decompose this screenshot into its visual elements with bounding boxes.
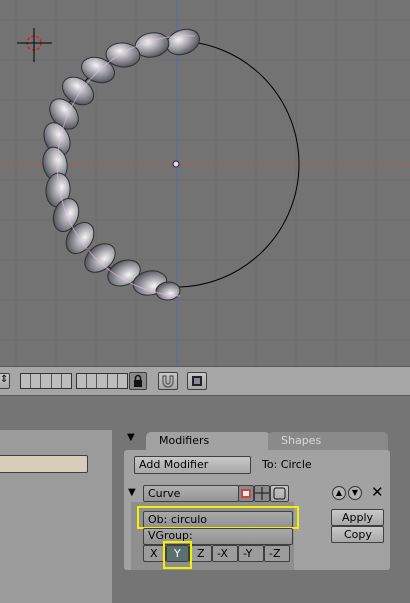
viewport-canvas: [0, 0, 410, 366]
image-icon: [192, 376, 202, 386]
panel-collapse-icon[interactable]: ▼: [127, 432, 135, 443]
view-header: ⇕: [0, 366, 410, 396]
render-button[interactable]: [187, 372, 207, 390]
lock-layers-button[interactable]: [129, 372, 147, 390]
layer-buttons-right[interactable]: [76, 373, 128, 389]
move-down-icon[interactable]: ▼: [348, 486, 362, 500]
layer-buttons-left[interactable]: [20, 373, 72, 389]
tab-shapes-label: Shapes: [281, 434, 322, 447]
tab-modifiers-label: Modifiers: [159, 434, 210, 447]
copy-label: Copy: [344, 528, 372, 541]
object-origin: [172, 160, 180, 168]
3d-viewport[interactable]: [0, 0, 410, 366]
axis-z-button[interactable]: Z: [189, 545, 212, 562]
axis-neg-z-label: -Z: [269, 547, 281, 560]
modifier-editmode-toggle[interactable]: [254, 485, 270, 502]
highlight-y-axis: [163, 541, 192, 569]
add-modifier-button[interactable]: Add Modifier: [134, 456, 251, 474]
cage-icon: [273, 487, 286, 500]
close-icon[interactable]: ✕: [371, 483, 384, 501]
view-menu-button[interactable]: ⇕: [0, 373, 10, 389]
apply-label: Apply: [342, 511, 374, 524]
axis-neg-z-button[interactable]: -Z: [264, 545, 290, 562]
updown-arrows-icon: ⇕: [0, 374, 9, 385]
tab-shapes[interactable]: Shapes: [268, 432, 388, 450]
axis-neg-y-button[interactable]: -Y: [238, 545, 264, 562]
modifier-name-label: Curve: [148, 487, 181, 500]
axis-neg-y-label: -Y: [243, 547, 253, 560]
axis-neg-x-button[interactable]: -X: [212, 545, 238, 562]
apply-button[interactable]: Apply: [331, 509, 384, 526]
snap-button[interactable]: [158, 372, 178, 390]
lock-icon: [134, 374, 142, 387]
modifier-name-field[interactable]: Curve: [143, 485, 239, 502]
magnet-icon: [162, 375, 174, 388]
modifier-expand-icon[interactable]: ▼: [128, 487, 136, 498]
axis-neg-x-label: -X: [217, 547, 228, 560]
modifier-target-label: To: Circle: [262, 458, 312, 471]
highlight-object-field: [137, 506, 299, 529]
axis-z-label: Z: [197, 547, 205, 560]
left-panel-field[interactable]: [0, 455, 88, 473]
move-up-icon[interactable]: ▲: [332, 486, 346, 500]
render-icon: [241, 489, 251, 498]
modifier-render-toggle[interactable]: [238, 485, 254, 502]
axis-x-label: X: [150, 547, 158, 560]
tab-modifiers[interactable]: Modifiers: [146, 432, 270, 450]
modifier-cage-toggle[interactable]: [270, 485, 289, 502]
copy-button[interactable]: Copy: [331, 526, 384, 543]
add-modifier-label: Add Modifier: [139, 458, 209, 471]
3d-cursor-icon: [17, 28, 52, 62]
vertex-icon: [255, 487, 269, 500]
